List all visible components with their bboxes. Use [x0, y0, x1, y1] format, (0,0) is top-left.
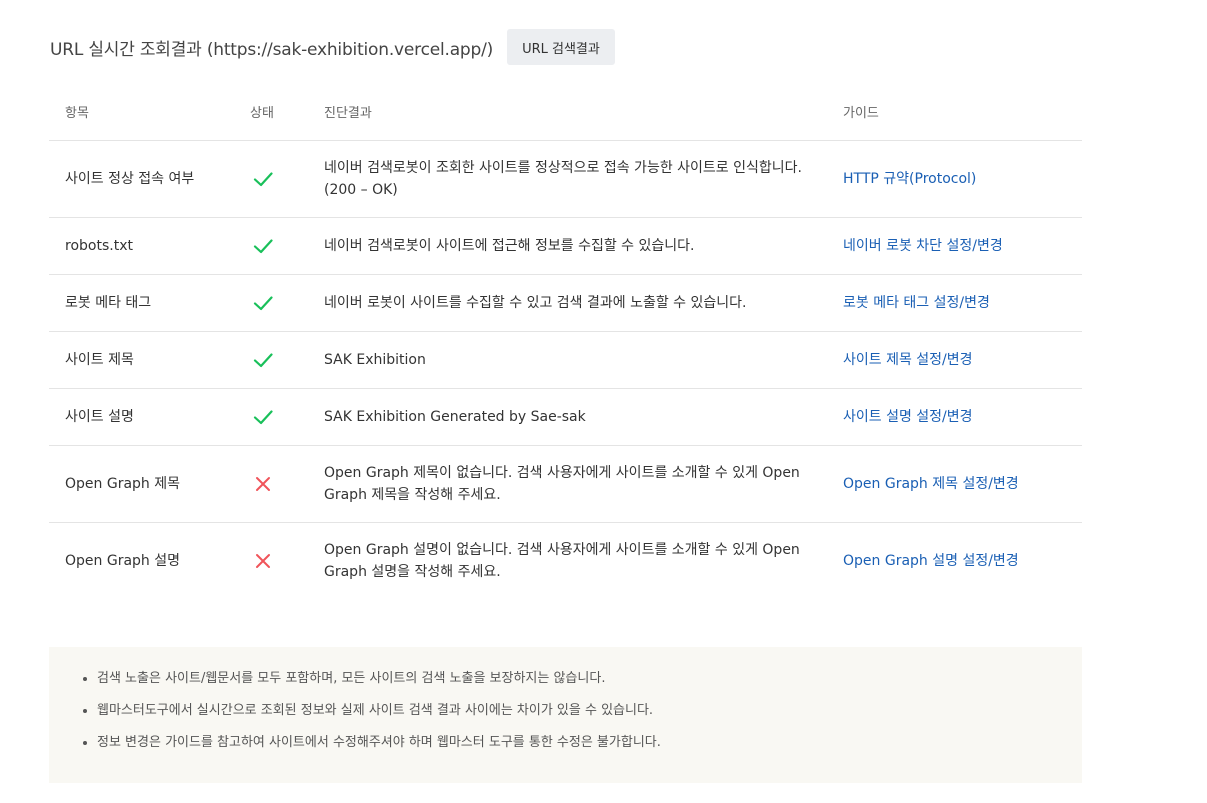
result-header: URL 실시간 조회결과 (https://sak-exhibition.ver… [50, 29, 615, 65]
row-result: SAK Exhibition Generated by Sae-sak [324, 388, 843, 446]
row-item: 로봇 메타 태그 [49, 274, 250, 332]
table-row: Open Graph 설명 Open Graph 설명이 없습니다. 검색 사용… [49, 523, 1082, 600]
row-guide: Open Graph 제목 설정/변경 [843, 445, 1082, 523]
row-status [250, 331, 324, 389]
row-item: 사이트 제목 [49, 331, 250, 389]
row-item: 사이트 설명 [49, 388, 250, 446]
column-header-status: 상태 [250, 82, 324, 141]
guide-link-og-description[interactable]: Open Graph 설명 설정/변경 [843, 553, 1019, 569]
notice-list: 검색 노출은 사이트/웹문서를 모두 포함하며, 모든 사이트의 검색 노출을 … [79, 669, 1082, 753]
row-item: Open Graph 제목 [49, 445, 250, 523]
row-status [250, 523, 324, 600]
check-icon [253, 172, 273, 187]
row-guide: 사이트 제목 설정/변경 [843, 331, 1082, 389]
row-status [250, 388, 324, 446]
row-guide: 사이트 설명 설정/변경 [843, 388, 1082, 446]
notice-box: 검색 노출은 사이트/웹문서를 모두 포함하며, 모든 사이트의 검색 노출을 … [49, 647, 1082, 783]
check-icon [253, 410, 273, 425]
row-guide: HTTP 규약(Protocol) [843, 140, 1082, 218]
row-result: 네이버 검색로봇이 사이트에 접근해 정보를 수집할 수 있습니다. [324, 217, 843, 275]
guide-link-site-description[interactable]: 사이트 설명 설정/변경 [843, 409, 973, 425]
guide-link-og-title[interactable]: Open Graph 제목 설정/변경 [843, 476, 1019, 492]
table-row: 사이트 제목 SAK Exhibition 사이트 제목 설정/변경 [49, 331, 1082, 389]
table-row: 로봇 메타 태그 네이버 로봇이 사이트를 수집할 수 있고 검색 결과에 노출… [49, 274, 1082, 332]
table-row: robots.txt 네이버 검색로봇이 사이트에 접근해 정보를 수집할 수 … [49, 217, 1082, 275]
table-row: 사이트 정상 접속 여부 네이버 검색로봇이 조회한 사이트를 정상적으로 접속… [49, 140, 1082, 218]
row-status [250, 140, 324, 218]
row-item: Open Graph 설명 [65, 553, 180, 569]
check-icon [253, 353, 273, 368]
row-item: robots.txt [49, 217, 250, 275]
row-guide: Open Graph 설명 설정/변경 [843, 523, 1082, 600]
row-result: Open Graph 설명이 없습니다. 검색 사용자에게 사이트를 소개할 수… [324, 542, 800, 580]
row-result: 네이버 로봇이 사이트를 수집할 수 있고 검색 결과에 노출할 수 있습니다. [324, 274, 843, 332]
guide-link-http-protocol[interactable]: HTTP 규약(Protocol) [843, 171, 976, 187]
column-header-guide: 가이드 [843, 82, 1082, 141]
row-item: 사이트 정상 접속 여부 [49, 140, 250, 218]
column-header-result: 진단결과 [324, 82, 843, 141]
row-result: Open Graph 제목이 없습니다. 검색 사용자에게 사이트를 소개할 수… [324, 445, 843, 523]
row-result: 네이버 검색로봇이 조회한 사이트를 정상적으로 접속 가능한 사이트로 인식합… [324, 140, 843, 218]
table-row: 사이트 설명 SAK Exhibition Generated by Sae-s… [49, 388, 1082, 446]
row-status [250, 274, 324, 332]
notice-item: 웹마스터도구에서 실시간으로 조회된 정보와 실제 사이트 검색 결과 사이에는… [97, 701, 1082, 721]
x-icon [256, 477, 270, 491]
notice-item: 정보 변경은 가이드를 참고하여 사이트에서 수정해주셔야 하며 웹마스터 도구… [97, 733, 1082, 753]
row-guide: 네이버 로봇 차단 설정/변경 [843, 217, 1082, 275]
column-header-item: 항목 [49, 82, 250, 141]
notice-item: 검색 노출은 사이트/웹문서를 모두 포함하며, 모든 사이트의 검색 노출을 … [97, 669, 1082, 689]
url-search-result-button[interactable]: URL 검색결과 [507, 29, 615, 65]
check-icon [253, 239, 273, 254]
row-status [250, 217, 324, 275]
row-status [250, 445, 324, 523]
guide-link-site-title[interactable]: 사이트 제목 설정/변경 [843, 352, 973, 368]
x-icon [256, 554, 270, 568]
guide-link-robot-block[interactable]: 네이버 로봇 차단 설정/변경 [843, 238, 1003, 254]
page-title: URL 실시간 조회결과 (https://sak-exhibition.ver… [50, 39, 494, 60]
row-result: SAK Exhibition [324, 331, 843, 389]
table-header-row: 항목 상태 진단결과 가이드 [49, 82, 1082, 141]
diagnosis-table: 항목 상태 진단결과 가이드 사이트 정상 접속 여부 네이버 검색로봇이 조회… [49, 82, 1082, 599]
row-guide: 로봇 메타 태그 설정/변경 [843, 274, 1082, 332]
check-icon [253, 296, 273, 311]
table-row: Open Graph 제목 Open Graph 제목이 없습니다. 검색 사용… [49, 445, 1082, 523]
guide-link-robot-meta-tag[interactable]: 로봇 메타 태그 설정/변경 [843, 295, 990, 311]
url-check-page: URL 실시간 조회결과 (https://sak-exhibition.ver… [0, 0, 1207, 803]
